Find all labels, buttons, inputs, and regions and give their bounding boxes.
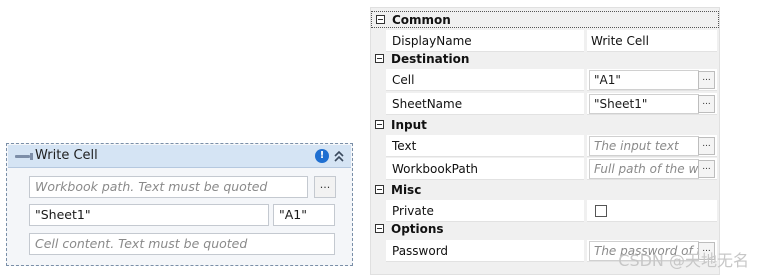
property-row-displayname[interactable]: DisplayName Write Cell (371, 30, 719, 53)
collapse-icon[interactable] (332, 148, 346, 164)
category-label: Misc (391, 183, 422, 197)
category-options[interactable]: Options (371, 221, 719, 238)
property-label: Password (386, 240, 584, 262)
category-label: Destination (391, 52, 470, 66)
sheetname-property-input[interactable]: "Sheet1" (589, 94, 699, 114)
workbook-path-input[interactable]: Workbook path. Text must be quoted (29, 176, 308, 198)
property-value[interactable]: Write Cell (591, 30, 649, 52)
private-value[interactable] (587, 200, 717, 222)
property-label: Private (386, 200, 584, 222)
workbookpath-property-input[interactable]: Full path of the wo (589, 159, 699, 179)
property-label: DisplayName (386, 30, 584, 52)
collapse-toggle-icon[interactable] (375, 120, 384, 129)
activity-header[interactable]: Write Cell ! (8, 145, 351, 168)
category-common[interactable]: Common (371, 11, 719, 28)
cell-expression-button[interactable]: ... (698, 71, 715, 89)
sheet-name-input[interactable]: "Sheet1" (29, 204, 269, 226)
browse-workbook-button[interactable]: ... (314, 176, 336, 198)
cell-property-input[interactable]: "A1" (589, 70, 699, 90)
property-row-cell[interactable]: Cell "A1" ... (371, 69, 719, 92)
category-label: Options (391, 222, 444, 236)
property-row-private[interactable]: Private (371, 200, 719, 223)
activity-title: Write Cell (35, 148, 98, 163)
property-label: SheetName (386, 93, 584, 115)
property-label: Cell (386, 69, 584, 91)
collapse-toggle-icon[interactable] (375, 185, 384, 194)
collapse-toggle-icon[interactable] (375, 224, 384, 233)
text-expression-button[interactable]: ... (698, 137, 715, 155)
category-label: Input (391, 118, 427, 132)
category-misc[interactable]: Misc (371, 182, 719, 199)
displayname-value[interactable]: Write Cell (587, 30, 717, 52)
property-row-text[interactable]: Text The input text ... (371, 135, 719, 158)
sheetname-value[interactable]: "Sheet1" ... (587, 93, 717, 115)
property-label: WorkbookPath (386, 158, 584, 180)
category-input[interactable]: Input (371, 117, 719, 134)
workbookpath-value[interactable]: Full path of the wo ... (587, 158, 717, 180)
text-value[interactable]: The input text ... (587, 135, 717, 157)
validation-warning-icon[interactable]: ! (315, 149, 329, 163)
cell-value[interactable]: "A1" ... (587, 69, 717, 91)
watermark: CSDN @天地无名 (618, 251, 749, 270)
category-destination[interactable]: Destination (371, 51, 719, 68)
cell-input[interactable]: "A1" (273, 204, 335, 226)
activity-drag-handle-icon[interactable] (15, 153, 33, 160)
private-checkbox[interactable] (595, 205, 607, 217)
cell-content-input[interactable]: Cell content. Text must be quoted (29, 233, 335, 255)
property-row-workbookpath[interactable]: WorkbookPath Full path of the wo ... (371, 158, 719, 181)
collapse-toggle-icon[interactable] (375, 54, 384, 63)
collapse-toggle-icon[interactable] (376, 15, 385, 24)
workbookpath-expression-button[interactable]: ... (698, 160, 715, 178)
property-row-sheetname[interactable]: SheetName "Sheet1" ... (371, 93, 719, 116)
properties-panel: Common DisplayName Write Cell Destinatio… (370, 7, 720, 275)
property-label: Text (386, 135, 584, 157)
category-label: Common (392, 13, 451, 27)
write-cell-activity[interactable]: Write Cell ! Workbook path. Text must be… (6, 143, 353, 266)
sheetname-expression-button[interactable]: ... (698, 95, 715, 113)
text-property-input[interactable]: The input text (589, 136, 699, 156)
